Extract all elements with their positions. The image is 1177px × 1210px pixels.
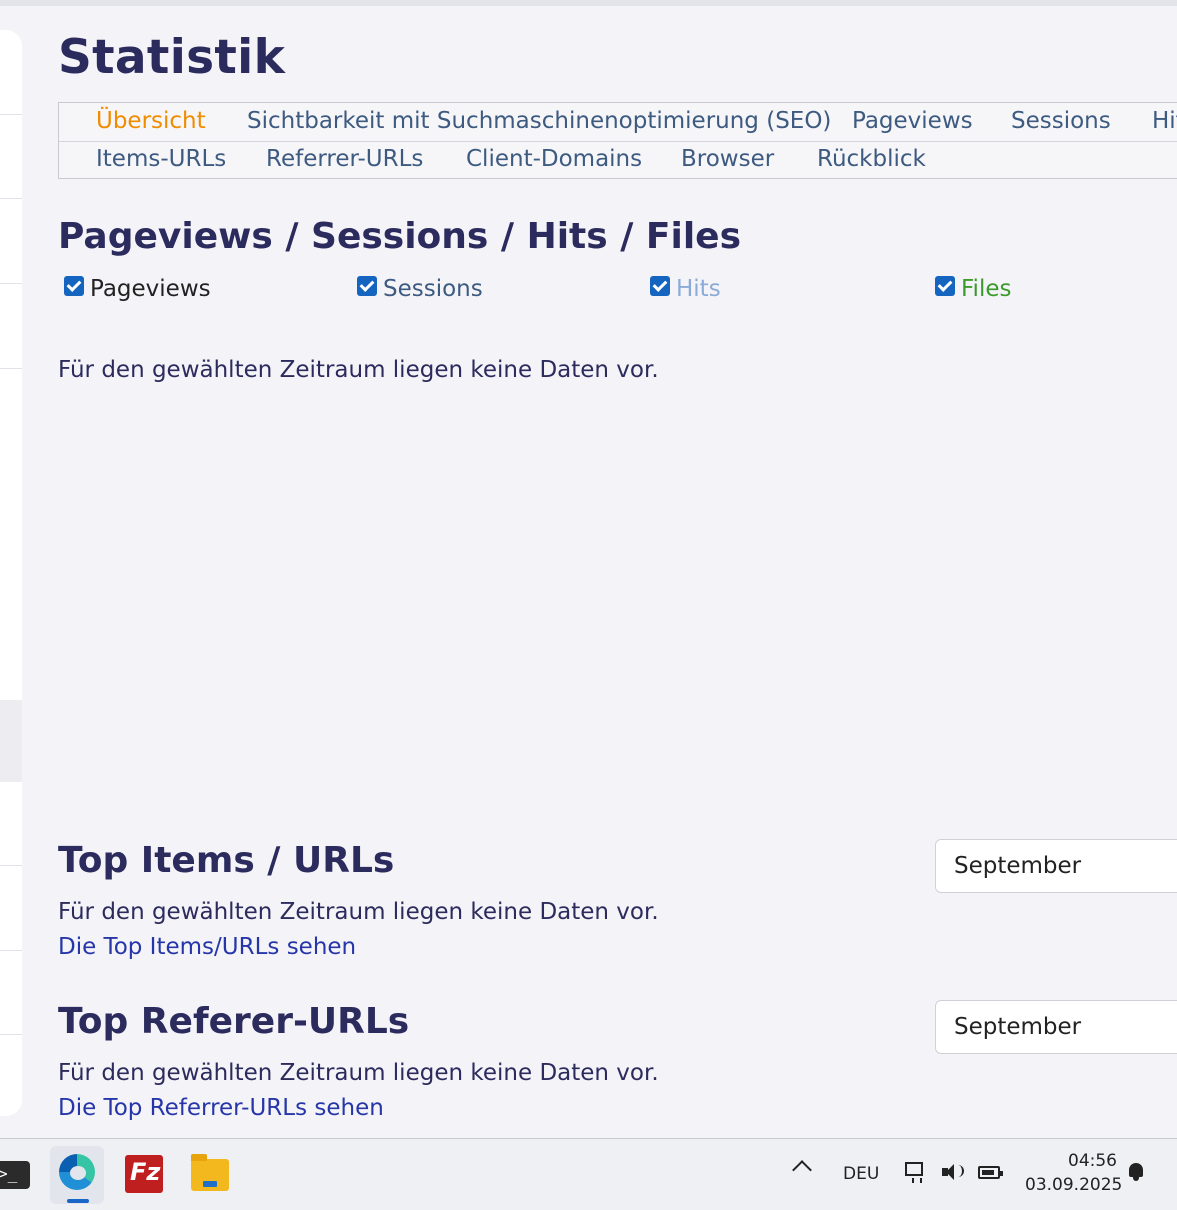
sidebar-divider bbox=[0, 114, 22, 115]
filezilla-glyph: Fz bbox=[130, 1158, 161, 1186]
tab-sessions[interactable]: Sessions bbox=[1011, 108, 1111, 134]
bell-clapper bbox=[1133, 1177, 1139, 1181]
chart-empty-message: Für den gewählten Zeitraum liegen keine … bbox=[58, 357, 659, 383]
sidebar-divider bbox=[0, 1034, 22, 1035]
tab-browser[interactable]: Browser bbox=[681, 146, 774, 172]
sessions-checkbox[interactable] bbox=[357, 276, 377, 296]
left-sidebar-panel bbox=[0, 30, 22, 1116]
sidebar-selected-item[interactable] bbox=[0, 700, 22, 782]
notification-bell-icon[interactable] bbox=[1127, 1161, 1145, 1181]
tab-client-domains[interactable]: Client-Domains bbox=[466, 146, 642, 172]
sidebar-divider bbox=[0, 283, 22, 284]
browser-top-strip bbox=[0, 0, 1177, 6]
clock-time[interactable]: 04:56 bbox=[1068, 1151, 1117, 1171]
top-items-link[interactable]: Die Top Items/URLs sehen bbox=[58, 934, 356, 960]
tab-rueckblick[interactable]: Rückblick bbox=[817, 146, 926, 172]
top-items-empty-message: Für den gewählten Zeitraum liegen keine … bbox=[58, 899, 659, 925]
tab-uebersicht[interactable]: Übersicht bbox=[96, 108, 206, 134]
edge-button[interactable] bbox=[50, 1146, 104, 1204]
chart-section-title: Pageviews / Sessions / Hits / Files bbox=[58, 216, 741, 257]
page-title: Statistik bbox=[58, 30, 286, 85]
tab-row: Items-URLs Referrer-URLs Client-Domains … bbox=[59, 141, 1177, 179]
files-checkbox[interactable] bbox=[935, 276, 955, 296]
sidebar-divider bbox=[0, 865, 22, 866]
sidebar-divider bbox=[0, 950, 22, 951]
top-items-title: Top Items / URLs bbox=[58, 840, 395, 881]
tab-pageviews[interactable]: Pageviews bbox=[852, 108, 973, 134]
tab-row: Übersicht Sichtbarkeit mit Suchmaschinen… bbox=[59, 103, 1177, 142]
speaker-cone bbox=[946, 1164, 954, 1180]
file-explorer-icon[interactable] bbox=[191, 1154, 229, 1191]
top-referrers-link[interactable]: Die Top Referrer-URLs sehen bbox=[58, 1095, 384, 1121]
battery-icon[interactable] bbox=[978, 1166, 1003, 1179]
filezilla-icon[interactable]: Fz bbox=[125, 1155, 163, 1193]
tab-items-urls[interactable]: Items-URLs bbox=[96, 146, 226, 172]
tab-hits[interactable]: Hits bbox=[1152, 108, 1177, 134]
top-referrers-month-select[interactable]: September bbox=[935, 1000, 1177, 1054]
hits-checkbox[interactable] bbox=[650, 276, 670, 296]
pageviews-checkbox[interactable] bbox=[64, 276, 84, 296]
active-app-indicator bbox=[67, 1199, 89, 1203]
top-referrers-title: Top Referer-URLs bbox=[58, 1001, 410, 1042]
bell-body bbox=[1129, 1163, 1143, 1177]
clock-date[interactable]: 03.09.2025 bbox=[1025, 1175, 1122, 1195]
top-items-month-select[interactable]: September bbox=[935, 839, 1177, 893]
hits-label: Hits bbox=[676, 276, 721, 302]
terminal-icon[interactable]: >_ bbox=[0, 1161, 30, 1189]
sidebar-divider bbox=[0, 198, 22, 199]
top-referrers-empty-message: Für den gewählten Zeitraum liegen keine … bbox=[58, 1060, 659, 1086]
terminal-glyph: >_ bbox=[0, 1164, 18, 1183]
tab-referrer-urls[interactable]: Referrer-URLs bbox=[266, 146, 423, 172]
network-icon[interactable] bbox=[905, 1162, 923, 1183]
tab-seo-visibility[interactable]: Sichtbarkeit mit Suchmaschinenoptimierun… bbox=[247, 108, 831, 134]
sound-wave bbox=[954, 1165, 964, 1177]
sessions-label: Sessions bbox=[383, 276, 483, 302]
files-label: Files bbox=[961, 276, 1012, 302]
edge-icon bbox=[59, 1154, 95, 1190]
volume-icon[interactable] bbox=[942, 1162, 966, 1184]
tab-navigation: Übersicht Sichtbarkeit mit Suchmaschinen… bbox=[58, 102, 1177, 179]
pageviews-label: Pageviews bbox=[90, 276, 211, 302]
sidebar-divider bbox=[0, 368, 22, 369]
language-indicator[interactable]: DEU bbox=[843, 1164, 879, 1184]
folder-band bbox=[203, 1181, 217, 1187]
